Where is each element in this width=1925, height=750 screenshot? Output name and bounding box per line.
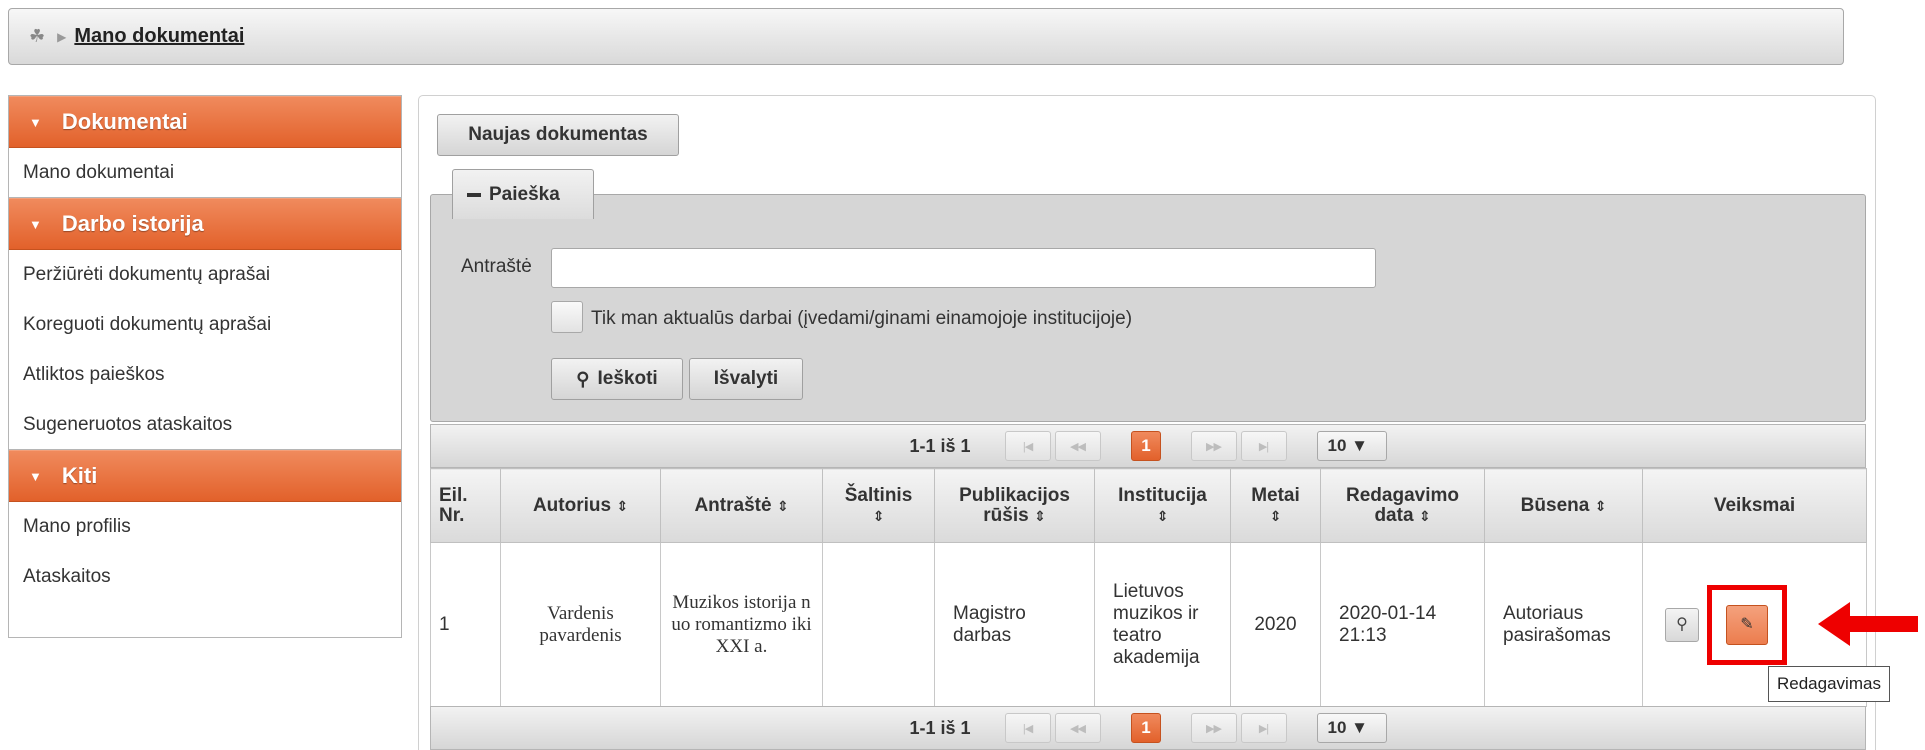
sidebar-item-mano-dokumentai[interactable]: Mano dokumentai [9,148,401,198]
breadcrumb: ☘ ▶ Mano dokumentai [8,8,1844,65]
sidebar-item-ataskaitos[interactable]: Ataskaitos [9,552,401,602]
cell-source [822,542,935,707]
sidebar-group-title: Darbo istorija [61,211,204,236]
search-button[interactable]: ⚲ Ieškoti [551,358,683,400]
sidebar-item-koreguoti[interactable]: Koreguoti dokumentų aprašai [9,300,401,350]
sort-icon: ⇕ [1269,507,1282,524]
first-page-icon[interactable]: |◀ [1004,431,1051,461]
table-header-row: Eil. Nr. Autorius ⇕ Antraštė ⇕ Šaltinis ⇕… [430,468,1867,543]
relevant-only-checkbox[interactable] [551,301,583,333]
col-header-source[interactable]: Šaltinis ⇕ [822,468,935,543]
edit-highlight-box: ✎ [1707,584,1787,665]
col-header-status[interactable]: Būsena ⇕ [1484,468,1643,543]
edit-button[interactable]: ✎ [1726,604,1768,645]
sidebar-group-dokumentai[interactable]: ▼ Dokumentai [9,96,401,148]
first-page-icon[interactable]: |◀ [1004,713,1051,743]
sidebar-item-sugeneruotos-ataskaitos[interactable]: Sugeneruotos ataskaitos [9,400,401,450]
col-header-title[interactable]: Antraštė ⇕ [660,468,823,543]
col-header-nr: Eil. Nr. [430,468,501,543]
pencil-icon: ✎ [1740,615,1754,633]
breadcrumb-current-link[interactable]: Mano dokumentai [74,25,244,48]
cell-title: Muzikos istorija nuo romantizmo iki XXI … [660,542,823,707]
cell-year: 2020 [1230,542,1321,707]
col-header-pub-type[interactable]: Publikacijos rūšis ⇕ [934,468,1095,543]
page-size-select[interactable]: 10 ▼ [1316,713,1387,743]
col-header-year[interactable]: Metai ⇕ [1230,468,1321,543]
sidebar: ▼ Dokumentai Mano dokumentai ▼ Darbo ist… [8,95,402,638]
col-header-edit-date[interactable]: Redagavimo data ⇕ [1320,468,1485,543]
home-icon[interactable]: ☘ [29,26,45,47]
sidebar-group-kiti[interactable]: ▼ Kiti [9,450,401,502]
cell-author: Vardenis pavardenis [500,542,661,707]
sidebar-group-title: Dokumentai [61,109,188,134]
minus-icon [467,192,481,197]
next-page-icon[interactable]: ▶▶ [1190,713,1237,743]
col-header-institution[interactable]: Institucija ⇕ [1094,468,1231,543]
col-header-author[interactable]: Autorius ⇕ [500,468,661,543]
sidebar-item-perziureti[interactable]: Peržiūrėti dokumentų aprašai [9,250,401,300]
sort-icon: ⇕ [1418,507,1431,524]
prev-page-icon[interactable]: ◀◀ [1054,431,1101,461]
cell-status: Autoriaus pasirašomas [1484,542,1643,707]
triangle-down-icon: ▼ [29,114,42,130]
edit-tooltip: Redagavimas [1768,666,1890,702]
sidebar-group-darbo-istorija[interactable]: ▼ Darbo istorija [9,198,401,250]
triangle-down-icon: ▼ [29,216,42,232]
table-row: 1 Vardenis pavardenis Muzikos istorija n… [430,542,1867,707]
documents-table: Eil. Nr. Autorius ⇕ Antraštė ⇕ Šaltinis ⇕… [430,468,1867,707]
sort-icon: ⇕ [616,497,629,514]
last-page-icon[interactable]: ▶| [1240,713,1287,743]
new-document-button[interactable]: Naujas dokumentas [437,114,679,156]
next-page-icon[interactable]: ▶▶ [1190,431,1237,461]
last-page-icon[interactable]: ▶| [1240,431,1287,461]
sort-icon: ⇕ [872,507,885,524]
cell-pub-type: Magistro darbas [934,542,1095,707]
magnifier-icon: ⚲ [1676,615,1688,633]
main-panel: Naujas dokumentas Paieška Antraštė Tik m… [418,95,1876,750]
cell-nr: 1 [430,542,501,707]
cell-institution: Lietuvos muzikos ir teatro akademija [1094,542,1231,707]
sort-icon: ⇕ [1156,507,1169,524]
page-number-button[interactable]: 1 [1130,713,1161,743]
search-icon: ⚲ [576,368,590,389]
prev-page-icon[interactable]: ◀◀ [1054,713,1101,743]
title-filter-label: Antraštė [461,256,532,277]
pager-info: 1-1 iš 1 [909,435,971,456]
sidebar-group-title: Kiti [61,463,98,488]
page-size-select[interactable]: 10 ▼ [1316,431,1387,461]
search-legend-label: Paieška [489,183,560,205]
view-button[interactable]: ⚲ [1665,607,1699,642]
cell-edit-date: 2020-01-14 21:13 [1320,542,1485,707]
sort-icon: ⇕ [776,497,789,514]
sort-icon: ⇕ [1033,507,1046,524]
sidebar-item-atliktos-paieskos[interactable]: Atliktos paieškos [9,350,401,400]
pager-info: 1-1 iš 1 [909,717,971,738]
col-header-actions: Veiksmai [1642,468,1867,543]
title-filter-input[interactable] [551,248,1376,288]
triangle-down-icon: ▼ [29,468,42,484]
relevant-only-label: Tik man aktualūs darbai (įvedami/ginami … [591,308,1133,329]
search-toggle-button[interactable]: Paieška [452,169,594,219]
pager-top: 1-1 iš 1 |◀ ◀◀ 1 ▶▶ ▶| 10 ▼ [430,424,1866,468]
red-arrow-icon [1818,602,1918,646]
page-number-button[interactable]: 1 [1130,431,1161,461]
sort-icon: ⇕ [1594,497,1607,514]
clear-button[interactable]: Išvalyti [689,358,803,400]
pager-bottom: 1-1 iš 1 |◀ ◀◀ 1 ▶▶ ▶| 10 ▼ [430,706,1866,750]
sidebar-item-mano-profilis[interactable]: Mano profilis [9,502,401,552]
breadcrumb-separator-icon: ▶ [57,29,67,44]
search-button-label: Ieškoti [597,368,658,389]
